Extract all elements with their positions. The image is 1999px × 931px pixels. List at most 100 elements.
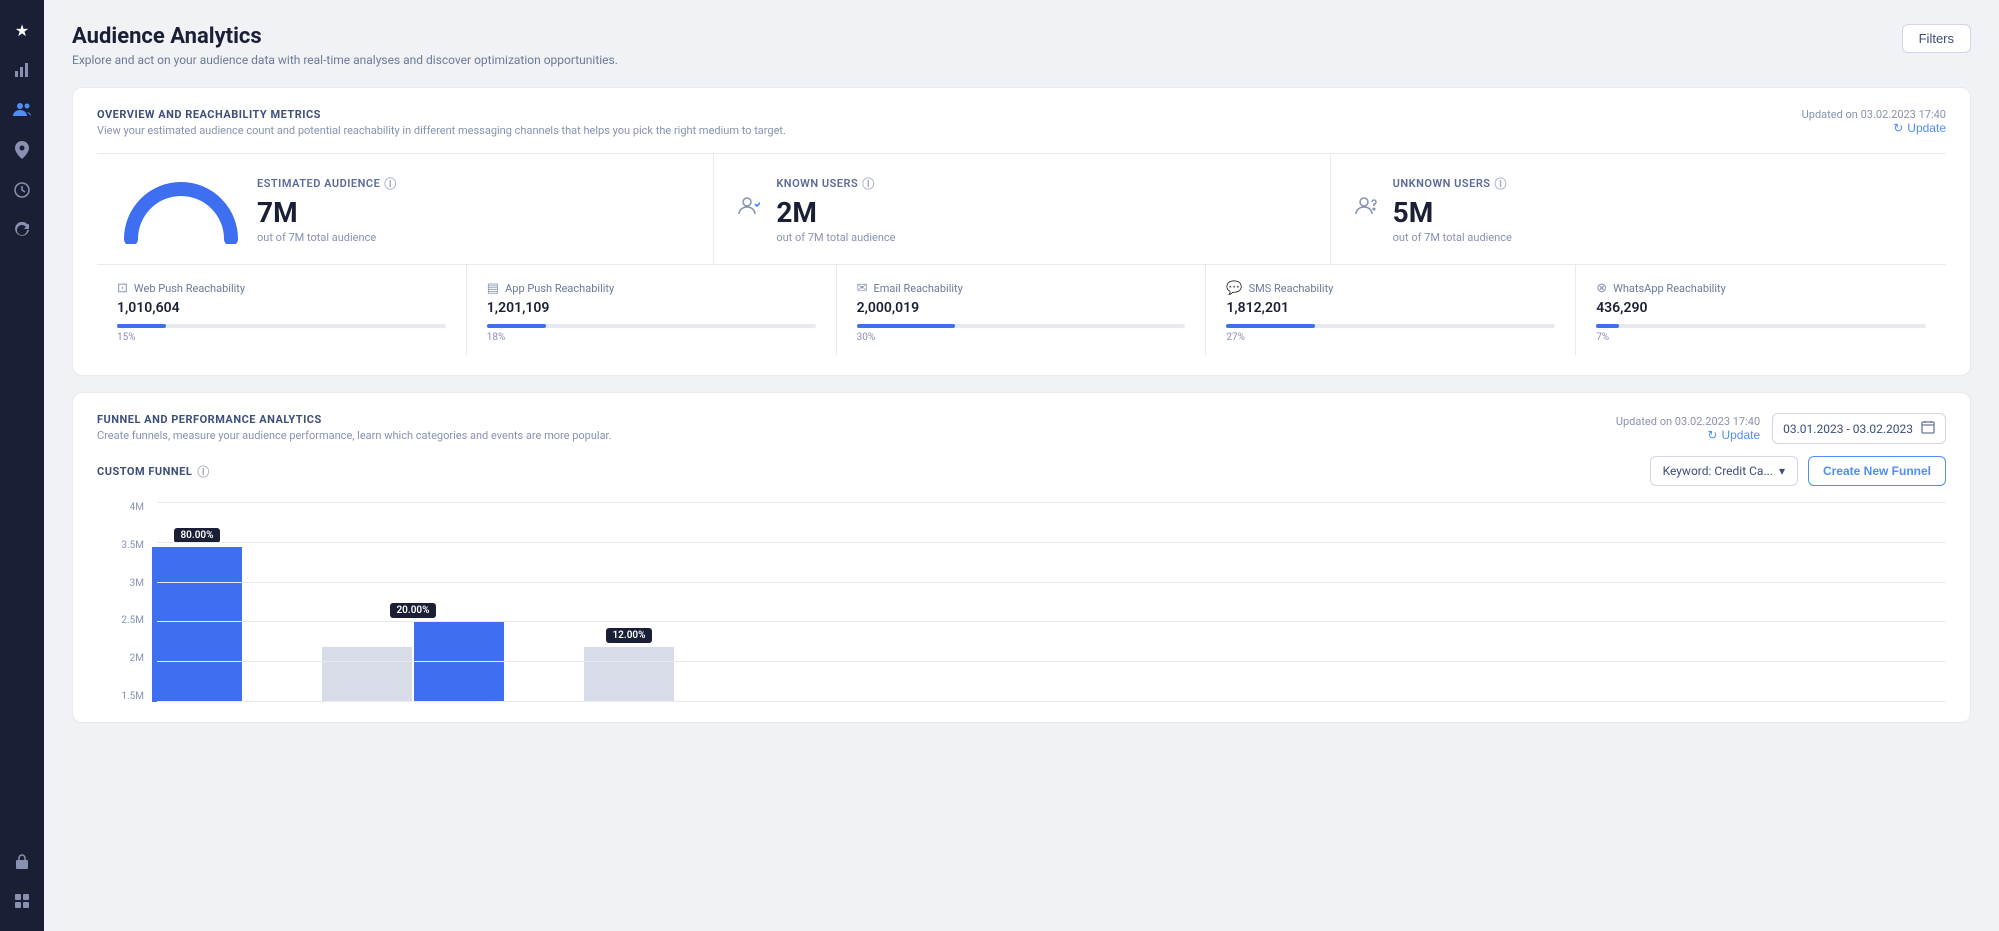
overview-update-info: Updated on 03.02.2023 17:40 ↻ Update — [1802, 108, 1946, 135]
sidebar-item-refresh[interactable] — [4, 212, 40, 248]
email-reach-cell: ✉ Email Reachability 2,000,019 30% — [837, 265, 1207, 355]
sms-progress-fill — [1226, 324, 1315, 328]
chevron-down-icon: ▾ — [1779, 464, 1785, 478]
funnel-card-title: FUNNEL AND PERFORMANCE ANALYTICS — [97, 413, 612, 426]
funnel-header: FUNNEL AND PERFORMANCE ANALYTICS Create … — [97, 413, 1946, 444]
main-content: Audience Analytics Explore and act on yo… — [44, 0, 1999, 931]
bars-container: 80.00% 20.00% 12.00% — [152, 502, 1946, 702]
page-title: Audience Analytics — [72, 24, 618, 49]
bar-badge-3: 12.00% — [606, 628, 651, 643]
unknown-users-cell: UNKNOWN USERS ⓘ 5M out of 7M total audie… — [1330, 154, 1946, 264]
y-axis: 4M 3.5M 3M 2.5M 2M 1.5M — [97, 502, 152, 702]
email-icon: ✉ — [857, 281, 868, 296]
sidebar-item-star[interactable]: ★ — [4, 12, 40, 48]
keyword-dropdown-text: Keyword: Credit Ca... — [1663, 464, 1773, 478]
app-push-icon: ▤ — [487, 281, 499, 296]
filters-button[interactable]: Filters — [1902, 24, 1971, 53]
sms-reach-cell: 💬 SMS Reachability 1,812,201 27% — [1206, 265, 1576, 355]
page-subtitle: Explore and act on your audience data wi… — [72, 53, 618, 67]
whatsapp-progress-fill — [1596, 324, 1619, 328]
unknown-info-icon: ⓘ — [1495, 175, 1508, 192]
y-label-2m: 2M — [97, 653, 144, 664]
funnel-update-info: Updated on 03.02.2023 17:40 ↻ Update — [1616, 415, 1760, 442]
known-users-value: 2M — [776, 196, 895, 229]
sidebar-item-grid[interactable] — [4, 883, 40, 919]
known-users-label: KNOWN USERS ⓘ — [776, 175, 895, 192]
bar-fill-3 — [584, 647, 674, 702]
funnel-controls: Keyword: Credit Ca... ▾ Create New Funne… — [1650, 456, 1946, 486]
known-users-sub: out of 7M total audience — [776, 231, 895, 244]
keyword-dropdown[interactable]: Keyword: Credit Ca... ▾ — [1650, 456, 1798, 486]
web-push-progress-bg — [117, 324, 446, 328]
app-push-value: 1,201,109 — [487, 300, 816, 316]
bar-fill-2-gray — [322, 647, 412, 702]
web-push-icon: ⊡ — [117, 281, 128, 296]
funnel-card: FUNNEL AND PERFORMANCE ANALYTICS Create … — [72, 392, 1971, 723]
known-users-icon — [738, 196, 760, 223]
y-label-3m: 3M — [97, 578, 144, 589]
y-label-4m: 4M — [97, 502, 144, 513]
date-range-text: 03.01.2023 - 03.02.2023 — [1783, 422, 1913, 436]
y-label-35m: 3.5M — [97, 540, 144, 551]
unknown-users-icon — [1355, 196, 1377, 223]
overview-update-button[interactable]: ↻ Update — [1893, 121, 1946, 135]
email-pct: 30% — [857, 332, 1186, 343]
app-push-label: App Push Reachability — [505, 282, 614, 295]
app-push-progress-bg — [487, 324, 816, 328]
funnel-right-controls: Updated on 03.02.2023 17:40 ↻ Update 03.… — [1616, 413, 1946, 444]
custom-funnel-title: CUSTOM FUNNEL ⓘ — [97, 463, 210, 480]
metrics-grid: ESTIMATED AUDIENCE ⓘ 7M out of 7M total … — [97, 153, 1946, 264]
y-label-25m: 2.5M — [97, 615, 144, 626]
funnel-refresh-icon: ↻ — [1707, 428, 1717, 442]
whatsapp-label: WhatsApp Reachability — [1613, 282, 1726, 295]
app-push-reach-cell: ▤ App Push Reachability 1,201,109 18% — [467, 265, 837, 355]
overview-card-subtitle: View your estimated audience count and p… — [97, 124, 786, 137]
custom-funnel-info-icon: ⓘ — [197, 463, 210, 480]
web-push-reach-cell: ⊡ Web Push Reachability 1,010,604 15% — [97, 265, 467, 355]
sms-pct: 27% — [1226, 332, 1555, 343]
sidebar-item-lock[interactable] — [4, 843, 40, 879]
overview-card: OVERVIEW AND REACHABILITY METRICS View y… — [72, 87, 1971, 376]
estimated-audience-sub: out of 7M total audience — [257, 231, 397, 244]
bar-fill-2-blue — [414, 622, 504, 702]
known-info-icon: ⓘ — [862, 175, 875, 192]
create-new-funnel-button[interactable]: Create New Funnel — [1808, 456, 1946, 486]
app-push-pct: 18% — [487, 332, 816, 343]
sidebar-item-users[interactable] — [4, 92, 40, 128]
whatsapp-pct: 7% — [1596, 332, 1926, 343]
funnel-card-subtitle: Create funnels, measure your audience pe… — [97, 429, 612, 442]
sidebar-item-chart[interactable] — [4, 52, 40, 88]
sms-value: 1,812,201 — [1226, 300, 1555, 316]
bar-group-3: 12.00% — [584, 512, 674, 702]
bar-group-2: 20.00% — [322, 512, 504, 702]
sms-icon: 💬 — [1226, 281, 1242, 296]
bar-group-1: 80.00% — [152, 512, 242, 702]
estimated-audience-value: 7M — [257, 196, 397, 229]
app-push-progress-fill — [487, 324, 546, 328]
email-progress-fill — [857, 324, 956, 328]
bar-badge-1: 80.00% — [174, 528, 219, 543]
estimated-audience-cell: ESTIMATED AUDIENCE ⓘ 7M out of 7M total … — [97, 154, 713, 264]
calendar-icon — [1921, 420, 1935, 437]
sidebar-item-location[interactable] — [4, 132, 40, 168]
unknown-users-label: UNKNOWN USERS ⓘ — [1393, 175, 1512, 192]
overview-updated-text: Updated on 03.02.2023 17:40 — [1802, 108, 1946, 121]
date-range-selector[interactable]: 03.01.2023 - 03.02.2023 — [1772, 413, 1946, 444]
estimated-info-icon: ⓘ — [384, 175, 397, 192]
estimated-audience-label: ESTIMATED AUDIENCE ⓘ — [257, 175, 397, 192]
bar-chart: 4M 3.5M 3M 2.5M 2M 1.5M 80.00% — [97, 502, 1946, 702]
gauge-chart — [121, 174, 241, 244]
email-label: Email Reachability — [874, 282, 963, 295]
email-progress-bg — [857, 324, 1186, 328]
whatsapp-icon: ⊗ — [1596, 281, 1607, 296]
bar-badge-2: 20.00% — [390, 603, 435, 618]
sms-progress-bg — [1226, 324, 1555, 328]
unknown-users-sub: out of 7M total audience — [1393, 231, 1512, 244]
funnel-update-button[interactable]: ↻ Update — [1707, 428, 1760, 442]
sidebar-item-clock[interactable] — [4, 172, 40, 208]
email-value: 2,000,019 — [857, 300, 1186, 316]
web-push-label: Web Push Reachability — [134, 282, 245, 295]
custom-funnel-header: CUSTOM FUNNEL ⓘ Keyword: Credit Ca... ▾ … — [97, 456, 1946, 486]
funnel-updated-text: Updated on 03.02.2023 17:40 — [1616, 415, 1760, 428]
whatsapp-reach-cell: ⊗ WhatsApp Reachability 436,290 7% — [1576, 265, 1946, 355]
